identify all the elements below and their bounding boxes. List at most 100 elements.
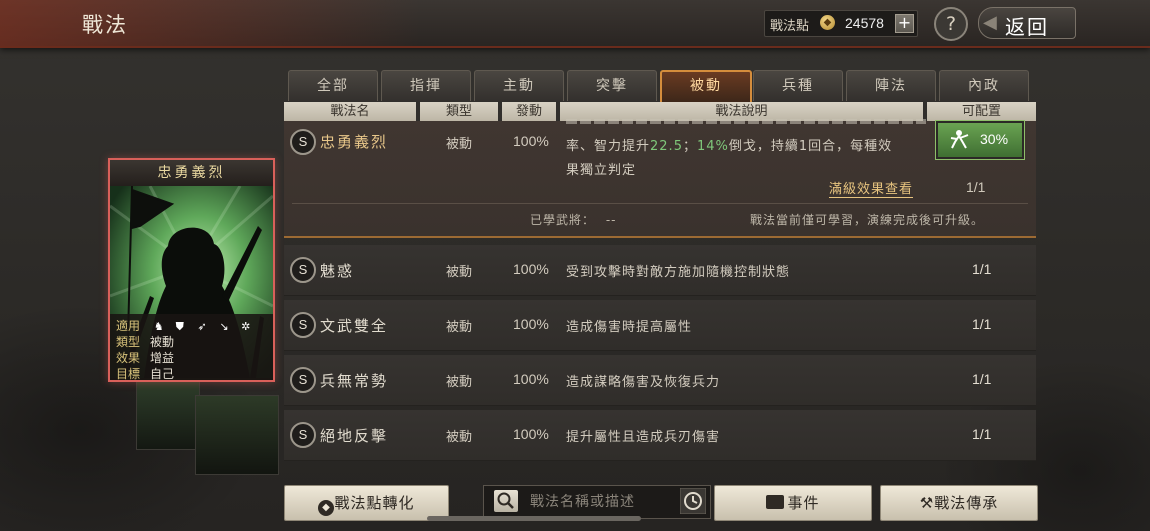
grade-badge: S xyxy=(290,312,316,338)
spear-icon: ↘ xyxy=(219,320,229,333)
tactic-row[interactable]: S 文武雙全 被動 100% 造成傷害時提高屬性 1/1 xyxy=(284,300,1036,351)
grade-badge: S xyxy=(290,257,316,283)
clipped-text-remnant xyxy=(566,119,926,124)
divider xyxy=(292,203,1028,204)
full-level-effect-link[interactable]: 滿級效果查看 xyxy=(829,178,914,198)
tactic-name: 魅惑 xyxy=(320,262,355,280)
coin-icon: ◆ xyxy=(820,15,835,30)
grade-badge: S xyxy=(290,367,316,393)
tactic-description: 造成謀略傷害及恢復兵力 xyxy=(566,375,721,390)
tactic-count: 1/1 xyxy=(972,426,992,442)
desc-text: ； xyxy=(682,139,697,154)
learned-generals-label: 已學武將： xyxy=(530,213,596,227)
tab-assault[interactable]: 突擊 xyxy=(567,70,657,101)
back-arrow-icon: ◀ xyxy=(983,12,997,33)
cavalry-icon: ♞ xyxy=(153,320,164,333)
tab-active[interactable]: 主動 xyxy=(474,70,564,101)
card-title: 忠勇義烈 xyxy=(110,160,273,186)
tactic-row[interactable]: S 絕地反擊 被動 100% 提升屬性且造成兵刃傷害 1/1 xyxy=(284,410,1036,461)
tactic-rate: 100% xyxy=(513,316,549,332)
tab-all[interactable]: 全部 xyxy=(288,70,378,101)
tactic-description-line1: 率、智力提升22.5；14%倒戈，持續1回合，每種效 xyxy=(566,135,892,154)
tactic-count: 1/1 xyxy=(972,261,992,277)
card-info-panel: 適用 ♞ ⛊ ➶ ↘ ✲ 類型 被動 效果 增益 目標 自己 xyxy=(110,314,273,381)
shield-icon: ⛊ xyxy=(175,320,184,333)
tactic-name: 文武雙全 xyxy=(320,317,389,335)
card-applicable-label: 適用 xyxy=(116,319,141,333)
tactic-type: 被動 xyxy=(446,375,473,390)
tactic-rate: 100% xyxy=(513,261,549,277)
bow-icon: ➶ xyxy=(197,320,207,333)
desc-text: 率、智力提升 xyxy=(566,139,651,154)
card-target-value: 自己 xyxy=(150,367,175,381)
card-type-value: 被動 xyxy=(150,335,175,349)
tactic-count: 1/1 xyxy=(972,316,992,332)
card-effect-row: 效果 增益 xyxy=(116,349,174,365)
desc-value-highlight: 22.5 xyxy=(650,139,683,154)
tactic-description: 提升屬性且造成兵刃傷害 xyxy=(566,430,721,445)
coin-icon: ◆ xyxy=(318,500,335,516)
tactic-type: 被動 xyxy=(446,265,473,280)
tactic-row-expanded[interactable]: S 忠勇義烈 被動 100% 率、智力提升22.5；14%倒戈，持續1回合，每種… xyxy=(284,119,1036,238)
description-overflow xyxy=(566,119,926,133)
upgrade-note: 戰法當前僅可學習，演練完成後可升級。 xyxy=(750,213,985,227)
event-ticket-icon xyxy=(766,495,785,509)
card-type-row: 類型 被動 xyxy=(116,333,174,349)
search-box[interactable] xyxy=(483,485,711,519)
top-bar-glow xyxy=(0,0,420,46)
tactic-card[interactable]: 忠勇義烈 適用 ♞ ⛊ ➶ ↘ ✲ 類型 被動 效果 增益 目標 自己 xyxy=(108,158,275,382)
card-applicable-row: 適用 ♞ ⛊ ➶ ↘ ✲ xyxy=(116,317,259,333)
grade-badge: S xyxy=(290,129,316,155)
wheel-icon: ✲ xyxy=(241,320,251,333)
card-effect-label: 效果 xyxy=(116,351,141,365)
history-clock-icon[interactable] xyxy=(680,488,706,514)
tactic-description: 造成傷害時提高屬性 xyxy=(566,320,693,335)
add-points-button[interactable]: + xyxy=(895,14,914,33)
tactic-points-label: 戰法點 xyxy=(770,19,810,34)
events-button[interactable]: 事件 xyxy=(714,485,872,521)
convert-points-label: 戰法點轉化 xyxy=(334,494,415,512)
tab-formation[interactable]: 陣法 xyxy=(846,70,936,101)
card-effect-value: 增益 xyxy=(150,351,175,365)
card-type-label: 類型 xyxy=(116,335,141,349)
column-header-type[interactable]: 類型 xyxy=(420,102,498,121)
column-header-rate[interactable]: 發動 xyxy=(502,102,556,121)
tactic-count: 1/1 xyxy=(972,371,992,387)
column-header-config[interactable]: 可配置 xyxy=(927,102,1036,121)
back-button-label: 返回 xyxy=(1005,15,1049,39)
column-header-name[interactable]: 戰法名 xyxy=(284,102,416,121)
tactic-rate: 100% xyxy=(513,371,549,387)
tab-internal[interactable]: 內政 xyxy=(939,70,1029,101)
page-title: 戰法 xyxy=(82,13,128,37)
tactic-count: 1/1 xyxy=(966,179,986,195)
soldier-icon xyxy=(950,130,969,149)
tactic-rate: 100% xyxy=(513,426,549,442)
scroll-indicator[interactable] xyxy=(427,516,641,521)
tab-command[interactable]: 指揮 xyxy=(381,70,471,101)
card-target-row: 目標 自己 xyxy=(116,365,174,381)
tactic-type: 被動 xyxy=(446,320,473,335)
tactic-row[interactable]: S 兵無常勢 被動 100% 造成謀略傷害及恢復兵力 1/1 xyxy=(284,355,1036,406)
tactic-description: 受到攻擊時對敵方施加隨機控制狀態 xyxy=(566,265,791,280)
tactic-card-stacked xyxy=(195,395,279,475)
desc-value-highlight: 14% xyxy=(696,139,729,154)
magnifier-glyph xyxy=(497,492,514,509)
tactic-row[interactable]: S 魅惑 被動 100% 受到攻擊時對敵方施加隨機控制狀態 1/1 xyxy=(284,245,1036,296)
tab-troop[interactable]: 兵種 xyxy=(753,70,843,101)
tactic-points-value: 24578 xyxy=(845,15,884,31)
tab-passive[interactable]: 被動 xyxy=(660,70,752,104)
top-bar: 戰法 戰法點 ◆ 24578 + ? ◀ 返回 xyxy=(0,0,1150,48)
search-input[interactable] xyxy=(528,490,672,514)
tactic-type: 被動 xyxy=(446,430,473,445)
tactic-rate: 100% xyxy=(513,133,549,149)
search-icon[interactable] xyxy=(494,490,518,512)
learned-generals: 已學武將： -- xyxy=(530,211,617,228)
convert-points-button[interactable]: ◆ 戰法點轉化 xyxy=(284,485,449,521)
events-label: 事件 xyxy=(787,494,820,512)
config-indicator[interactable]: 30% xyxy=(936,121,1024,159)
grade-badge: S xyxy=(290,422,316,448)
tactic-points-box: 戰法點 ◆ 24578 + xyxy=(764,10,918,37)
help-button[interactable]: ? xyxy=(934,7,968,41)
back-button[interactable]: ◀ 返回 xyxy=(978,7,1076,39)
inherit-tactic-button[interactable]: ⚒戰法傳承 xyxy=(880,485,1038,521)
